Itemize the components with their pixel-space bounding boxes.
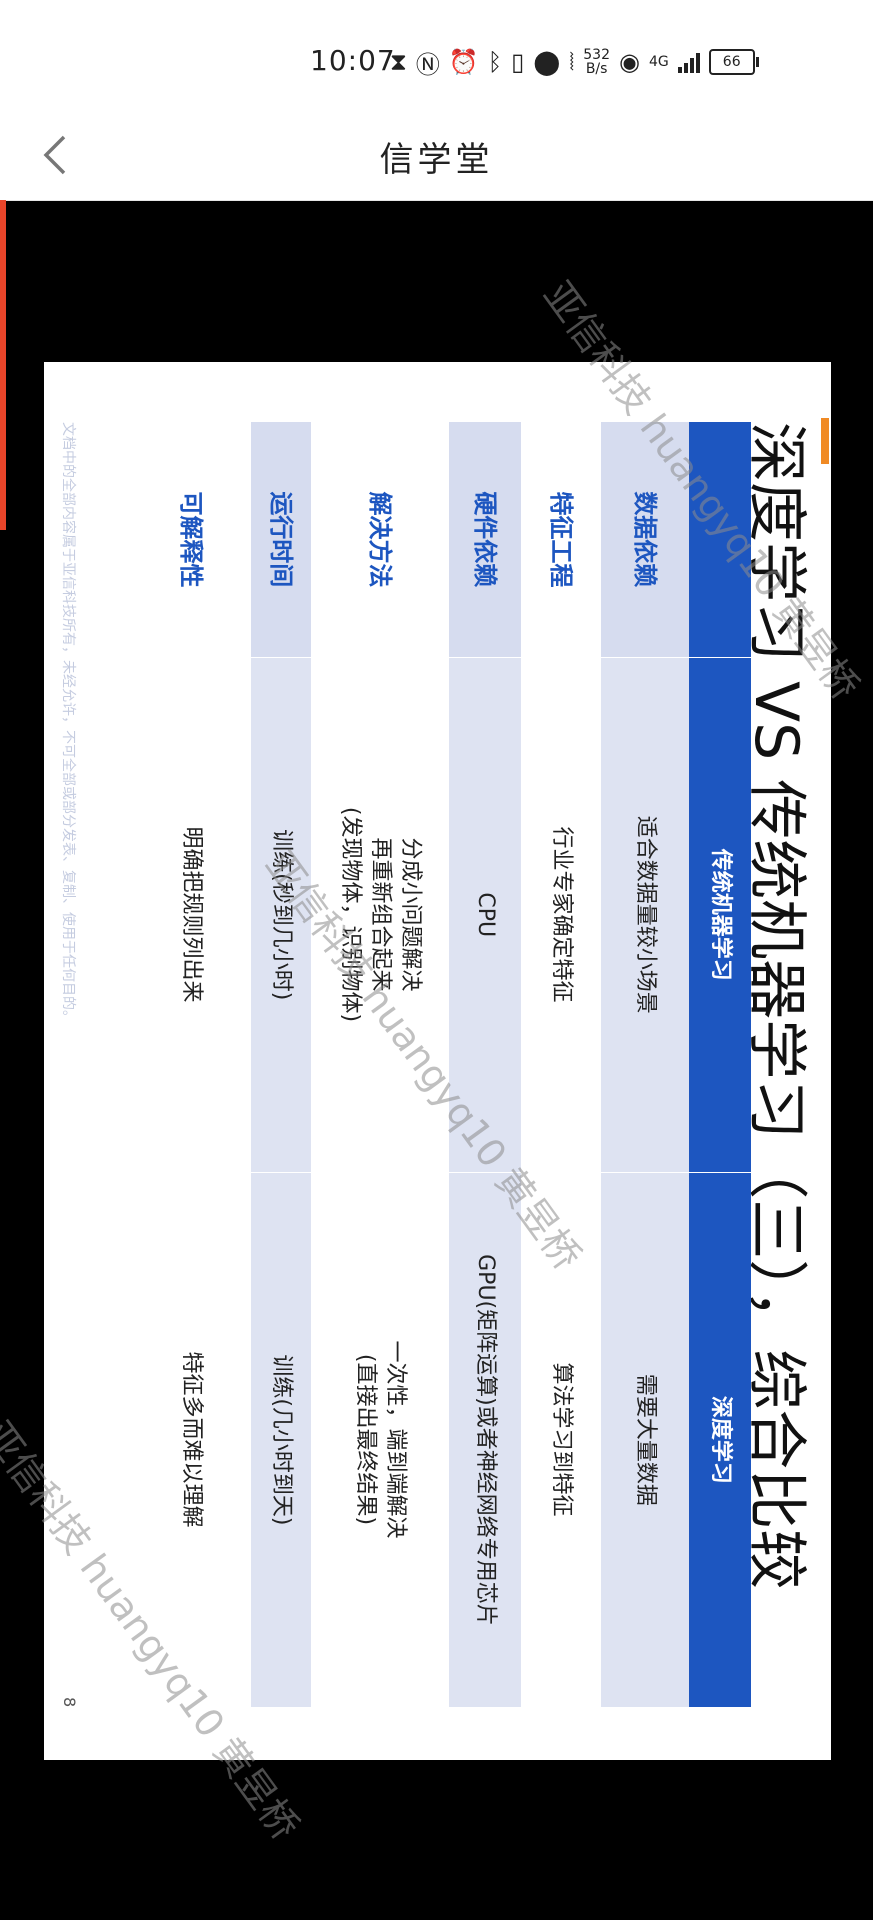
battery-icon: 66 [708, 49, 759, 75]
vibrate-icon: ▯ [511, 48, 525, 76]
location-icon: ⬤ [533, 48, 561, 76]
page-number: 8 [60, 1697, 79, 1708]
header-cell-traditional-ml: 传统机器学习 [689, 657, 751, 1173]
header-cell-deep-learning: 深度学习 [708, 1395, 733, 1484]
row-label: 硬件依赖 [449, 422, 521, 658]
table-row: 特征工程 行业专家确定特征 算法学习到特征 [521, 422, 601, 1707]
table-row: 数据依赖 适合数据量较小场景 需要大量数据 [601, 422, 689, 1708]
ml-cell: 行业专家确定特征 [521, 657, 601, 1172]
hotspot-icon: ◉ [619, 48, 640, 76]
status-icons: ⧗ Ⓝ ⏰ ᛒ ▯ ⬤ ⦚ 532 B/s ◉ 4G 66 [390, 46, 759, 79]
ml-cell: 明确把规则列出来 [131, 657, 251, 1172]
row-label: 解决方法 [311, 422, 449, 657]
app-bar: 信学堂 [0, 110, 873, 201]
alarm-icon: ⏰ [448, 48, 479, 76]
row-label: 特征工程 [521, 422, 601, 657]
net-speed-unit: B/s [585, 61, 608, 77]
dl-cell: 一次性，端到端解决 (直接出最终结果) [311, 1172, 449, 1707]
vibration-icon: ⦚ [569, 48, 575, 76]
battery-level: 66 [722, 54, 741, 70]
dl-cell: GPU(矩阵运算)或者神经网络专用芯片 [449, 1172, 521, 1708]
table-header: 传统机器学习 深度学习 [689, 422, 751, 1707]
table-row: 可解释性 明确把规则列出来 特征多而难以理解 [131, 422, 251, 1707]
network-type: 4G [648, 54, 669, 70]
status-bar: 10:07 ⧗ Ⓝ ⏰ ᛒ ▯ ⬤ ⦚ 532 B/s ◉ 4G 66 [0, 0, 873, 110]
status-time: 10:07 [310, 44, 396, 77]
copyright-footnote: 文档中的全部内容属于亚信科技所有，未经允许，不可全部或部分发表、复制、使用于任何… [60, 422, 76, 1024]
dl-cell: 训练(几小时到天) [251, 1172, 311, 1708]
bluetooth-icon: ᛒ [487, 48, 503, 76]
signal-icon [677, 51, 700, 73]
accent-strip [0, 200, 6, 530]
row-label: 运行时间 [251, 422, 311, 658]
dl-cell: 需要大量数据 [601, 1172, 689, 1708]
hourglass-icon: ⧗ [390, 48, 407, 76]
nfc-icon: Ⓝ [415, 50, 440, 79]
ml-cell: 适合数据量较小场景 [601, 657, 689, 1173]
net-speed: 532 B/s [583, 48, 610, 76]
page-title: 信学堂 [379, 140, 494, 180]
table-row: 运行时间 训练(秒到几小时) 训练(几小时到天) [251, 422, 311, 1708]
row-label: 可解释性 [131, 422, 251, 657]
